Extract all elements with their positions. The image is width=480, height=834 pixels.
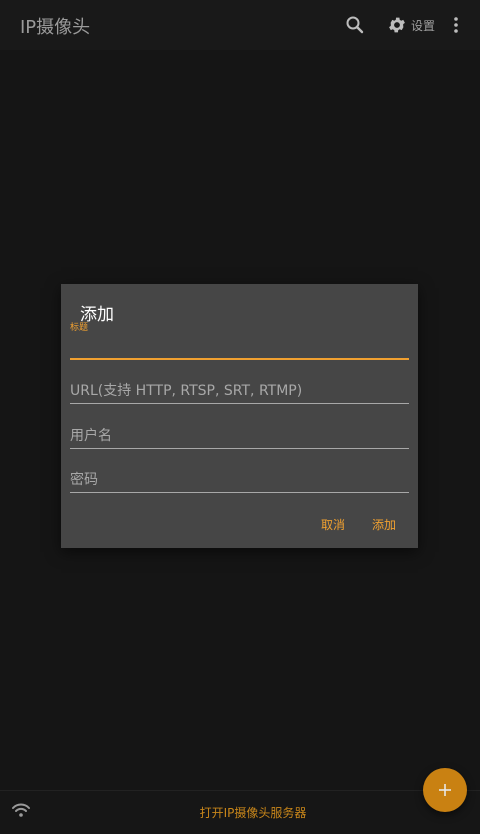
settings-label: 设置 — [411, 18, 436, 33]
add-camera-dialog: 添加 标题 URL(支持 HTTP, RTSP, SRT, RTMP) 用户名 … — [61, 284, 418, 548]
url-input-placeholder: URL(支持 HTTP, RTSP, SRT, RTMP) — [70, 383, 303, 399]
username-input[interactable]: 用户名 — [70, 418, 409, 449]
settings-button[interactable]: 设置 — [387, 13, 435, 37]
username-input-placeholder: 用户名 — [70, 428, 112, 444]
search-icon — [346, 16, 364, 34]
add-button[interactable]: 添加 — [372, 516, 396, 533]
gear-icon — [389, 17, 405, 33]
app-title: IP摄像头 — [20, 17, 91, 38]
more-vert-icon — [454, 17, 458, 33]
app-bar: IP摄像头 设置 — [0, 0, 480, 50]
bottom-bar: 打开IP摄像头服务器 — [0, 790, 480, 834]
password-input[interactable]: 密码 — [70, 462, 409, 493]
cancel-button[interactable]: 取消 — [321, 516, 345, 533]
search-button[interactable] — [343, 13, 367, 37]
add-fab[interactable] — [423, 768, 467, 812]
open-server-button[interactable]: 打开IP摄像头服务器 — [0, 804, 480, 821]
more-options-button[interactable] — [448, 13, 464, 37]
plus-icon — [439, 784, 451, 796]
password-input-placeholder: 密码 — [70, 472, 98, 488]
title-input[interactable] — [70, 328, 409, 360]
url-input[interactable]: URL(支持 HTTP, RTSP, SRT, RTMP) — [70, 373, 409, 404]
